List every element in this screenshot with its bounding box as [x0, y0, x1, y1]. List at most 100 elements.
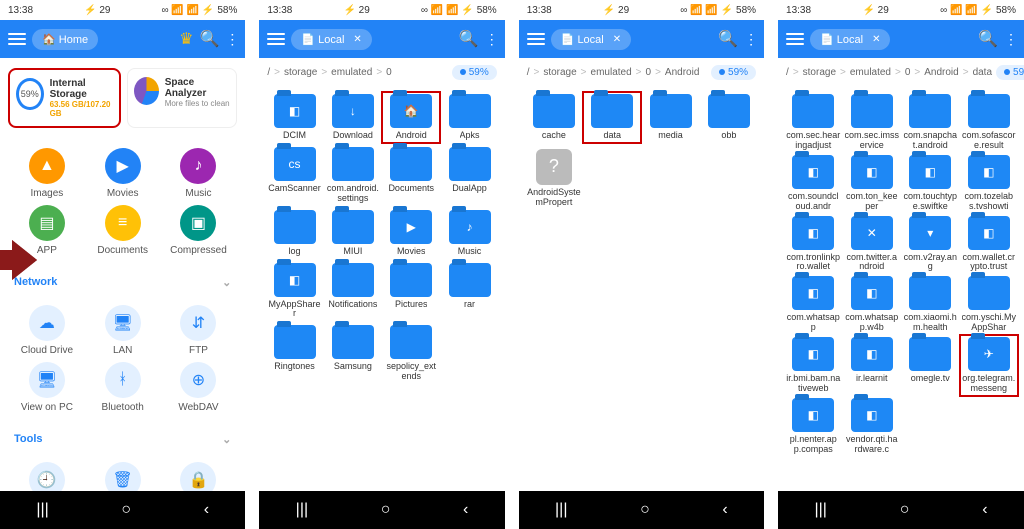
- folder-item[interactable]: 🏠Android: [382, 92, 440, 143]
- recent-apps-button[interactable]: |||: [36, 501, 48, 519]
- category-lan[interactable]: 🖥LAN: [86, 303, 160, 358]
- folder-item[interactable]: omegle.tv: [901, 335, 960, 396]
- category-recent[interactable]: 🕘Recent: [10, 460, 84, 491]
- folder-item[interactable]: ◧com.wallet.crypto.trust: [960, 214, 1019, 275]
- folder-icon: ◧: [792, 337, 834, 371]
- category-bluetooth[interactable]: ᚼBluetooth: [86, 360, 160, 415]
- home-pill[interactable]: 🏠 Home: [32, 29, 98, 50]
- folder-item[interactable]: obb: [700, 92, 758, 143]
- category-recycle bin[interactable]: 🗑Recycle Bin: [86, 460, 160, 491]
- folder-item[interactable]: ◧MyAppSharer: [265, 261, 323, 322]
- folder-item[interactable]: ◧DCIM: [265, 92, 323, 143]
- system-properties-item[interactable]: ? AndroidSystemPropert: [525, 147, 583, 210]
- breadcrumb[interactable]: />storage>emulated>0>Android>data59%: [778, 58, 1024, 86]
- folder-item[interactable]: Apks: [440, 92, 498, 143]
- close-icon[interactable]: ✕: [872, 34, 880, 45]
- folder-item[interactable]: rar: [440, 261, 498, 322]
- local-pill[interactable]: 📄 Local✕: [551, 29, 631, 50]
- folder-item[interactable]: cache: [525, 92, 583, 143]
- folder-icon: ◧: [792, 398, 834, 432]
- folder-item[interactable]: ✕com.twitter.android: [843, 214, 902, 275]
- folder-item[interactable]: com.sec.imsservice: [843, 92, 902, 153]
- crown-icon[interactable]: ♛: [179, 29, 193, 49]
- folder-item[interactable]: Documents: [382, 145, 440, 206]
- category-encrypted[interactable]: 🔒Encrypted: [162, 460, 236, 491]
- menu-icon[interactable]: [8, 33, 26, 45]
- close-icon[interactable]: ✕: [613, 34, 621, 45]
- folder-item[interactable]: Pictures: [382, 261, 440, 322]
- folder-item[interactable]: ◧pl.nenter.app.compas: [784, 396, 843, 457]
- folder-item[interactable]: ◧com.soundcloud.andr: [784, 153, 843, 214]
- folder-item[interactable]: com.sofascore.result: [960, 92, 1019, 153]
- folder-item[interactable]: ◧com.whatsapp.w4b: [843, 274, 902, 335]
- back-button[interactable]: ‹: [204, 501, 209, 519]
- home-button[interactable]: ○: [121, 501, 131, 519]
- folder-item[interactable]: com.yschi.MyAppShar: [960, 274, 1019, 335]
- breadcrumb[interactable]: />storage>emulated>0>Android59%: [519, 58, 764, 86]
- close-icon[interactable]: ✕: [353, 34, 361, 45]
- menu-icon[interactable]: [786, 33, 804, 45]
- chevron-down-icon[interactable]: ⌄: [222, 433, 231, 446]
- folder-item[interactable]: Ringtones: [265, 323, 323, 384]
- space-analyzer-card[interactable]: Space AnalyzerMore files to clean: [127, 68, 238, 128]
- folder-grid: cachedatamediaobb: [521, 90, 762, 145]
- folder-item[interactable]: com.sec.hearingadjust: [784, 92, 843, 153]
- local-pill[interactable]: 📄 Local✕: [291, 29, 371, 50]
- search-icon[interactable]: 🔍: [718, 29, 738, 49]
- folder-item[interactable]: ◧ir.learnit: [843, 335, 902, 396]
- tools-grid: 🕘Recent🗑Recycle Bin🔒Encrypted: [8, 454, 237, 491]
- folder-item[interactable]: ▶Movies: [382, 208, 440, 259]
- folder-icon: [332, 263, 374, 297]
- folder-item[interactable]: ◧ir.bmi.bam.nativeweb: [784, 335, 843, 396]
- local-pill[interactable]: 📄 Local✕: [810, 29, 890, 50]
- folder-icon: ◧: [968, 216, 1010, 250]
- chevron-down-icon[interactable]: ⌄: [222, 276, 231, 289]
- folder-icon: [449, 263, 491, 297]
- category-view on pc[interactable]: 🖥View on PC: [10, 360, 84, 415]
- folder-item[interactable]: ♪Music: [440, 208, 498, 259]
- status-time: 13:38: [8, 5, 33, 16]
- folder-item[interactable]: data: [583, 92, 641, 143]
- folder-item[interactable]: ◧com.touchtype.swiftke: [901, 153, 960, 214]
- search-icon[interactable]: 🔍: [199, 29, 219, 49]
- internal-storage-card[interactable]: 59% Internal Storage63.56 GB/107.20 GB: [8, 68, 121, 128]
- folder-item[interactable]: DualApp: [440, 145, 498, 206]
- search-icon[interactable]: 🔍: [978, 29, 998, 49]
- category-music[interactable]: ♪Music: [162, 146, 236, 201]
- menu-icon[interactable]: [267, 33, 285, 45]
- more-icon[interactable]: ⋮: [744, 31, 756, 48]
- category-webdav[interactable]: ⊕WebDAV: [162, 360, 236, 415]
- folder-item[interactable]: media: [641, 92, 699, 143]
- more-icon[interactable]: ⋮: [1004, 31, 1016, 48]
- folder-item[interactable]: Notifications: [324, 261, 382, 322]
- folder-item[interactable]: MIUI: [324, 208, 382, 259]
- folder-item[interactable]: ✈org.telegram.messeng: [960, 335, 1019, 396]
- search-icon[interactable]: 🔍: [459, 29, 479, 49]
- more-icon[interactable]: ⋮: [485, 31, 497, 48]
- category-icon: 🖥: [29, 362, 65, 398]
- folder-item[interactable]: ◧com.whatsapp: [784, 274, 843, 335]
- category-cloud drive[interactable]: ☁Cloud Drive: [10, 303, 84, 358]
- folder-item[interactable]: ◧com.tronlinkpro.wallet: [784, 214, 843, 275]
- folder-item[interactable]: log: [265, 208, 323, 259]
- folder-item[interactable]: ↓Download: [324, 92, 382, 143]
- category-compressed[interactable]: ▣Compressed: [162, 203, 236, 258]
- folder-item[interactable]: Samsung: [324, 323, 382, 384]
- folder-item[interactable]: ◧com.tozelabs.tvshowti: [960, 153, 1019, 214]
- menu-icon[interactable]: [527, 33, 545, 45]
- more-icon[interactable]: ⋮: [225, 31, 237, 48]
- category-ftp[interactable]: ⇵FTP: [162, 303, 236, 358]
- folder-item[interactable]: ◧vendor.qti.hardware.c: [843, 396, 902, 457]
- folder-item[interactable]: sepolicy_extends: [382, 323, 440, 384]
- folder-item[interactable]: ◧com.ton_keeper: [843, 153, 902, 214]
- folder-item[interactable]: com.android.settings: [324, 145, 382, 206]
- folder-item[interactable]: ▾com.v2ray.ang: [901, 214, 960, 275]
- breadcrumb[interactable]: />storage>emulated>059%: [259, 58, 504, 86]
- folder-item[interactable]: com.xiaomi.hm.health: [901, 274, 960, 335]
- category-images[interactable]: ▲Images: [10, 146, 84, 201]
- folder-item[interactable]: com.snapchat.android: [901, 92, 960, 153]
- folder-icon: ◧: [274, 94, 316, 128]
- category-movies[interactable]: ▶Movies: [86, 146, 160, 201]
- folder-item[interactable]: csCamScanner: [265, 145, 323, 206]
- category-documents[interactable]: ≡Documents: [86, 203, 160, 258]
